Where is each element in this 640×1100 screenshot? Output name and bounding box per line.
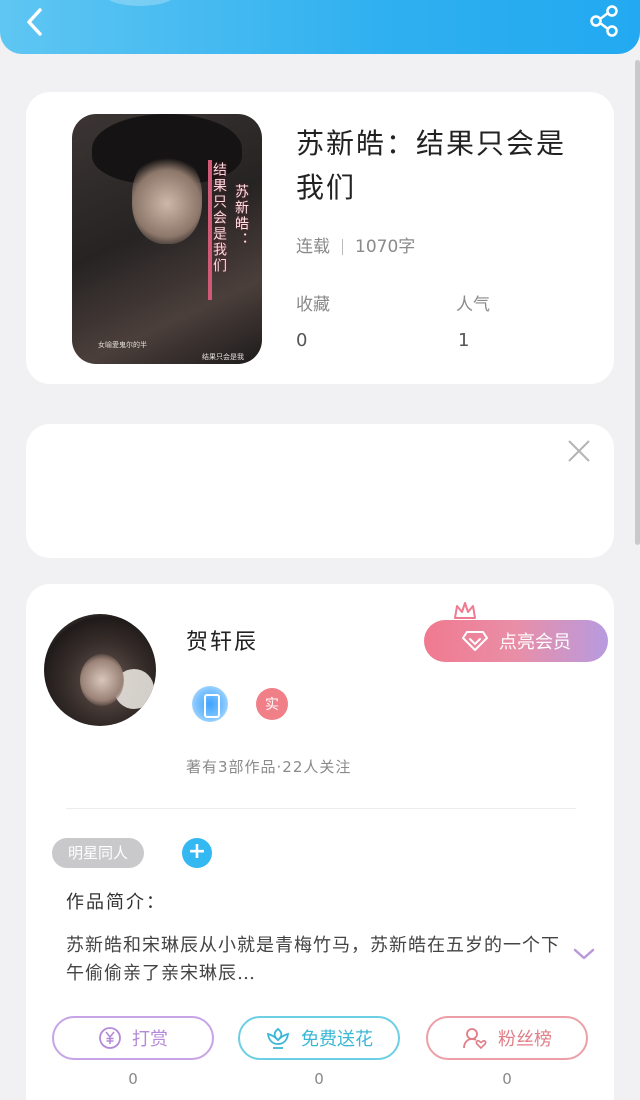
avatar[interactable]	[44, 614, 156, 726]
chevron-left-icon[interactable]	[18, 4, 54, 40]
favorites-value: 0	[296, 330, 308, 351]
vip-button-label: 点亮会员	[499, 632, 571, 653]
book-cover[interactable]: 结果只会是我们 苏新皓： 女喻愛鬼尔的半 结果只会是我	[72, 114, 262, 364]
category-tag[interactable]: 明星同人	[52, 838, 145, 868]
yen-coin-icon	[99, 1027, 121, 1049]
crown-icon	[454, 602, 476, 619]
author-card: 贺轩辰 点亮会员 实 著有3部作品·22人关注 明星同人 + 作品简介： 苏新皓…	[26, 584, 614, 1100]
close-icon[interactable]	[566, 438, 592, 464]
chevron-down-icon[interactable]	[572, 946, 596, 962]
popularity-value: 1	[458, 330, 470, 351]
user-heart-icon	[463, 1028, 487, 1050]
intro-text[interactable]: 苏新皓和宋琳辰从小就是青梅竹马，苏新皓在五岁的一个下午偷偷亲了亲宋琳辰…	[66, 932, 566, 988]
vip-button[interactable]: 点亮会员	[424, 620, 608, 662]
fan-count: 0	[502, 1070, 512, 1088]
top-bar	[0, 0, 640, 54]
send-flower-label: 免费送花	[301, 1029, 373, 1050]
reward-button[interactable]: 打赏	[52, 1016, 214, 1060]
reward-button-label: 打赏	[132, 1029, 168, 1050]
divider	[66, 808, 576, 809]
fan-ranking-label: 粉丝榜	[498, 1029, 552, 1050]
meta-divider	[342, 239, 343, 255]
scrollbar[interactable]	[635, 60, 640, 545]
cover-face	[132, 154, 202, 244]
phone-verified-icon[interactable]	[192, 686, 228, 722]
add-tag-button[interactable]: +	[182, 838, 212, 868]
popularity-label: 人气	[456, 295, 490, 315]
ad-card	[26, 424, 614, 558]
author-stats: 著有3部作品·22人关注	[186, 758, 352, 776]
book-word-count: 1070字	[355, 237, 416, 257]
book-info-card: 结果只会是我们 苏新皓： 女喻愛鬼尔的半 结果只会是我 苏新皓：结果只会是我们 …	[26, 92, 614, 384]
reward-count: 0	[128, 1070, 138, 1088]
flower-icon	[266, 1027, 290, 1049]
send-flower-button[interactable]: 免费送花	[238, 1016, 400, 1060]
book-meta: 连载 1070字	[296, 232, 415, 257]
avatar-face	[80, 654, 124, 706]
book-title: 苏新皓：结果只会是我们	[296, 127, 567, 204]
cover-title-vertical-1: 结果只会是我们	[211, 162, 227, 274]
real-name-badge[interactable]: 实	[256, 688, 288, 720]
header-decoration	[100, 0, 180, 6]
intro-label: 作品简介：	[66, 892, 166, 913]
cover-small-text-2: 结果只会是我	[202, 353, 244, 361]
book-status: 连载	[296, 237, 330, 257]
share-icon[interactable]	[588, 4, 622, 38]
favorites-label: 收藏	[296, 295, 330, 315]
cover-small-text-1: 女喻愛鬼尔的半	[98, 341, 147, 349]
fan-ranking-button[interactable]: 粉丝榜	[426, 1016, 588, 1060]
diamond-icon	[462, 631, 488, 651]
cover-title-vertical-2: 苏新皓：	[233, 184, 249, 248]
flower-count: 0	[314, 1070, 324, 1088]
author-name[interactable]: 贺轩辰	[186, 624, 258, 656]
